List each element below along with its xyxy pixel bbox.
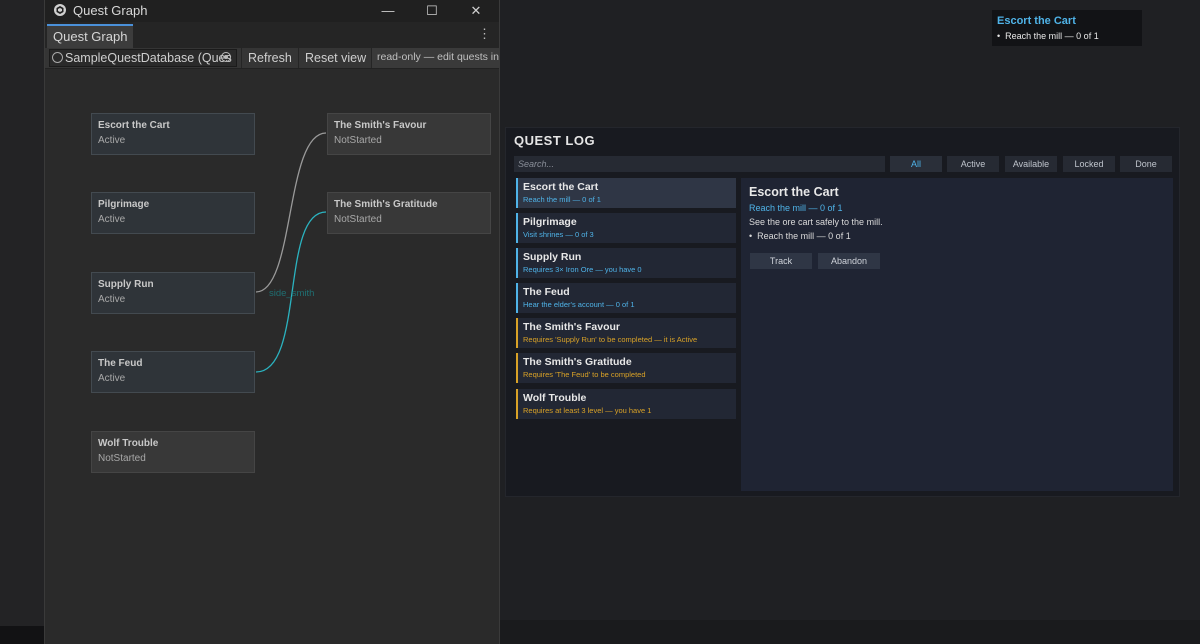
quest-log-title: QUEST LOG — [514, 133, 596, 148]
edge-label-side-smith: side_smith — [269, 288, 315, 299]
edge-supply-run-to-smiths-favour — [255, 132, 327, 293]
quest-requirement: Requires at least 3 level — you have 1 — [523, 406, 652, 415]
node-wolf-trouble[interactable]: Wolf Trouble NotStarted — [91, 431, 255, 473]
quest-list-item[interactable]: Pilgrimage Visit shrines — 0 of 3 — [516, 213, 736, 243]
quest-requirement: Requires 'The Feud' to be completed — [523, 370, 646, 379]
detail-objective-text: Reach the mill — 0 of 1 — [757, 231, 851, 241]
quest-name: The Feud — [523, 286, 570, 298]
quest-list-item[interactable]: The Smith's Favour Requires 'Supply Run'… — [516, 318, 736, 348]
quest-progress: Requires 3× Iron Ore — you have 0 — [523, 265, 642, 274]
node-status: Active — [98, 373, 126, 384]
background-left-bottom — [0, 626, 44, 644]
quest-name: The Smith's Favour — [523, 321, 621, 333]
detail-objective-summary: Reach the mill — 0 of 1 — [749, 203, 843, 213]
node-name: Wolf Trouble — [98, 438, 159, 449]
node-status: Active — [98, 294, 126, 305]
filter-done[interactable]: Done — [1120, 156, 1172, 172]
tab-row: Quest Graph ⋮ — [45, 22, 499, 49]
node-status: NotStarted — [334, 214, 382, 225]
quest-requirement: Requires 'Supply Run' to be completed — … — [523, 335, 698, 344]
graph-canvas[interactable]: side_smith Escort the Cart Active Pilgri… — [45, 69, 499, 644]
quest-detail-panel: Escort the Cart Reach the mill — 0 of 1 … — [741, 178, 1173, 491]
title-bar[interactable]: Quest Graph — ☐ ✕ — [45, 0, 499, 22]
node-smiths-gratitude[interactable]: The Smith's Gratitude NotStarted — [327, 192, 491, 234]
quest-name: Pilgrimage — [523, 216, 577, 228]
kebab-menu-icon[interactable]: ⋮ — [478, 27, 491, 41]
tab-quest-graph[interactable]: Quest Graph — [47, 24, 134, 48]
quest-graph-window: Quest Graph — ☐ ✕ Quest Graph ⋮ SampleQu… — [44, 0, 500, 644]
minimize-button[interactable]: — — [373, 2, 403, 20]
quest-progress: Visit shrines — 0 of 3 — [523, 230, 594, 239]
detail-title: Escort the Cart — [749, 185, 839, 199]
search-input[interactable]: Search... — [514, 156, 885, 172]
quest-list-item[interactable]: Wolf Trouble Requires at least 3 level —… — [516, 389, 736, 419]
node-the-feud[interactable]: The Feud Active — [91, 351, 255, 393]
quest-progress: Reach the mill — 0 of 1 — [523, 195, 601, 204]
quest-list-item[interactable]: The Feud Hear the elder's account — 0 of… — [516, 283, 736, 313]
quest-name: Wolf Trouble — [523, 392, 587, 404]
background-left — [0, 0, 44, 644]
quest-name: The Smith's Gratitude — [523, 356, 632, 368]
filter-all[interactable]: All — [890, 156, 942, 172]
quest-list-item[interactable]: Escort the Cart Reach the mill — 0 of 1 — [516, 178, 736, 208]
detail-objective: • Reach the mill — 0 of 1 — [749, 231, 851, 241]
tracker-objective-text: Reach the mill — 0 of 1 — [1005, 31, 1099, 41]
refresh-button[interactable]: Refresh — [241, 48, 298, 68]
filter-active[interactable]: Active — [947, 156, 999, 172]
node-escort-the-cart[interactable]: Escort the Cart Active — [91, 113, 255, 155]
reset-view-button[interactable]: Reset view — [298, 48, 372, 68]
node-supply-run[interactable]: Supply Run Active — [91, 272, 255, 314]
object-picker-icon[interactable] — [221, 52, 231, 62]
game-view-bottom — [498, 620, 1200, 644]
node-status: NotStarted — [98, 453, 146, 464]
unity-logo-icon — [54, 4, 66, 16]
node-pilgrimage[interactable]: Pilgrimage Active — [91, 192, 255, 234]
tracker-quest-title: Escort the Cart — [997, 15, 1076, 27]
node-name: The Smith's Favour — [334, 120, 427, 131]
filter-locked[interactable]: Locked — [1063, 156, 1115, 172]
detail-description: See the ore cart safely to the mill. — [749, 217, 883, 227]
quest-tracker: Escort the Cart • Reach the mill — 0 of … — [992, 10, 1142, 46]
database-icon — [52, 52, 63, 63]
node-name: Pilgrimage — [98, 199, 150, 210]
database-object-field[interactable]: SampleQuestDatabase (Ques — [49, 49, 237, 67]
graph-toolbar: SampleQuestDatabase (Ques Refresh Reset … — [45, 48, 499, 69]
quest-list-item[interactable]: Supply Run Requires 3× Iron Ore — you ha… — [516, 248, 736, 278]
quest-progress: Hear the elder's account — 0 of 1 — [523, 300, 635, 309]
track-button[interactable]: Track — [750, 253, 812, 269]
node-smiths-favour[interactable]: The Smith's Favour NotStarted — [327, 113, 491, 155]
quest-list-item[interactable]: The Smith's Gratitude Requires 'The Feud… — [516, 353, 736, 383]
maximize-button[interactable]: ☐ — [417, 2, 447, 20]
quest-name: Supply Run — [523, 251, 582, 263]
filter-available[interactable]: Available — [1005, 156, 1057, 172]
node-status: Active — [98, 214, 126, 225]
node-status: NotStarted — [334, 135, 382, 146]
node-name: The Smith's Gratitude — [334, 199, 438, 210]
quest-name: Escort the Cart — [523, 181, 599, 193]
node-status: Active — [98, 135, 126, 146]
window-title: Quest Graph — [73, 3, 148, 18]
node-name: The Feud — [98, 358, 143, 369]
tracker-objective: • Reach the mill — 0 of 1 — [997, 31, 1099, 41]
quest-log-panel: QUEST LOG Search... All Active Available… — [505, 127, 1180, 497]
node-name: Escort the Cart — [98, 120, 170, 131]
read-only-note: read-only — edit quests in th — [371, 48, 499, 68]
abandon-button[interactable]: Abandon — [818, 253, 880, 269]
database-field-value: SampleQuestDatabase (Ques — [65, 51, 232, 65]
node-name: Supply Run — [98, 279, 154, 290]
close-button[interactable]: ✕ — [461, 2, 491, 20]
